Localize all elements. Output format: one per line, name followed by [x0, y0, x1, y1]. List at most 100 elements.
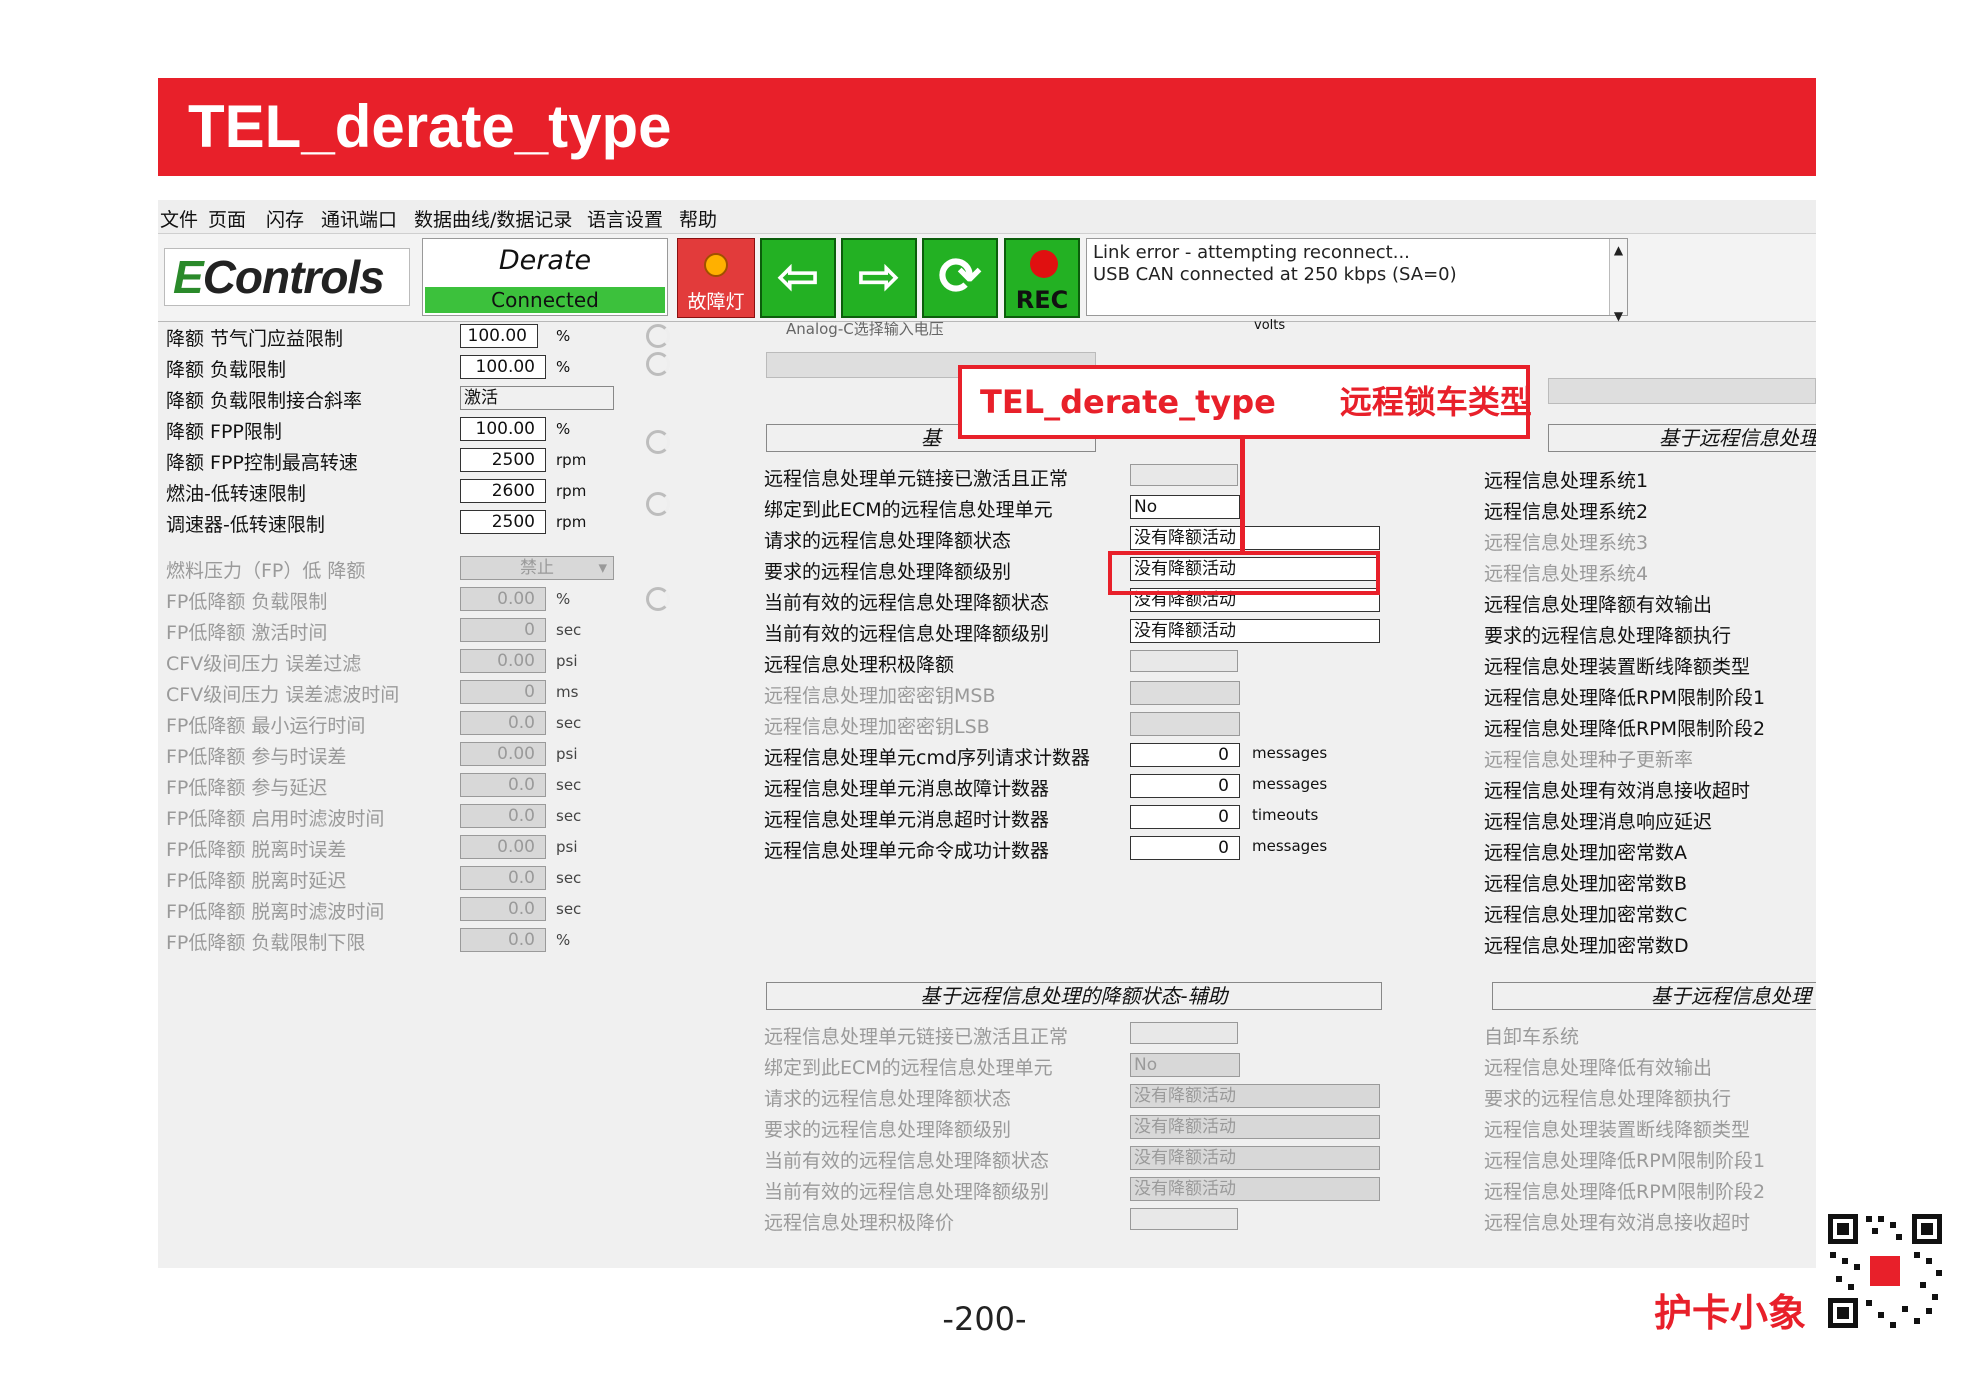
- log-scrollbar[interactable]: ▲ ▼: [1609, 239, 1627, 323]
- param-label: 远程信息处理单元cmd序列请求计数器: [764, 747, 1091, 769]
- param-label: 降额 节气门应益限制: [166, 328, 344, 350]
- param-label: 远程信息处理降低RPM限制阶段2: [1484, 1181, 1766, 1203]
- status-indicator: [1130, 650, 1238, 672]
- menu-comm-port[interactable]: 通讯端口: [321, 205, 397, 232]
- fault-lamp-button[interactable]: 故障灯: [677, 238, 755, 318]
- param-value[interactable]: 0.0: [460, 773, 546, 797]
- param-value: 没有降额活动: [1130, 526, 1380, 550]
- record-icon: [1030, 250, 1058, 278]
- param-label: 远程信息处理积极降额: [764, 654, 955, 676]
- param-label: 当前有效的远程信息处理降额状态: [764, 1150, 1050, 1172]
- param-value[interactable]: 激活: [460, 386, 614, 410]
- menu-flash[interactable]: 闪存: [266, 205, 304, 232]
- param-unit: %: [556, 420, 571, 438]
- param-value[interactable]: 100.00: [460, 417, 546, 441]
- param-value[interactable]: 2500: [460, 510, 546, 534]
- dropdown[interactable]: 禁止 ▾: [460, 556, 614, 580]
- param-label: 远程信息处理有效消息接收超时: [1484, 1212, 1751, 1234]
- menu-page[interactable]: 页面: [208, 205, 246, 232]
- section-divider: [1548, 378, 1816, 404]
- param-value[interactable]: 0.00: [460, 587, 546, 611]
- param-value[interactable]: 0.0: [460, 804, 546, 828]
- param-label: 远程信息处理有效消息接收超时: [1484, 780, 1751, 802]
- param-label: 自卸车系统: [1484, 1026, 1580, 1048]
- param-value[interactable]: 0.0: [460, 928, 546, 952]
- param-unit: messages: [1252, 775, 1328, 793]
- param-label: 远程信息处理加密密钥MSB: [764, 685, 996, 707]
- forward-button[interactable]: ⇨: [841, 238, 917, 318]
- param-unit: sec: [556, 900, 582, 918]
- menu-help[interactable]: 帮助: [679, 205, 717, 232]
- param-label: 燃油-低转速限制: [166, 483, 306, 505]
- param-label: 远程信息处理系统3: [1484, 532, 1649, 554]
- param-value[interactable]: 0.00: [460, 742, 546, 766]
- param-value[interactable]: 0.0: [460, 897, 546, 921]
- param-label: FP低降额 负载限制下限: [166, 932, 366, 954]
- back-button[interactable]: ⇦: [760, 238, 836, 318]
- param-value[interactable]: 0.0: [460, 711, 546, 735]
- param-unit: sec: [556, 869, 582, 887]
- refresh-button[interactable]: ⟳: [922, 238, 998, 318]
- counter-value: 0: [1130, 743, 1240, 767]
- record-label: REC: [1015, 286, 1069, 314]
- param-value[interactable]: 2600: [460, 479, 546, 503]
- param-unit: %: [556, 931, 571, 949]
- param-value[interactable]: 100.00: [460, 324, 538, 348]
- param-unit: rpm: [556, 482, 587, 500]
- status-indicator: [1130, 1208, 1238, 1230]
- param-unit: ms: [556, 683, 579, 701]
- annotation-connector: [1240, 439, 1245, 551]
- menu-language[interactable]: 语言设置: [587, 205, 663, 232]
- param-value[interactable]: 0.0: [460, 866, 546, 890]
- connection-status: Connected: [425, 287, 665, 313]
- param-label: 当前有效的远程信息处理降额级别: [764, 1181, 1050, 1203]
- app-screenshot: 文件 页面 闪存 通讯端口 数据曲线/数据记录 语言设置 帮助 EControl…: [158, 200, 1816, 1268]
- param-value[interactable]: 2500: [460, 448, 546, 472]
- menu-data-log[interactable]: 数据曲线/数据记录: [414, 205, 572, 232]
- param-value: 没有降额活动: [1130, 1084, 1380, 1108]
- param-value[interactable]: 0: [460, 618, 546, 642]
- param-label: 远程信息处理单元命令成功计数器: [764, 840, 1050, 862]
- fault-lamp-label: 故障灯: [687, 291, 745, 313]
- section-header: 基于远程信息处理的降额状态-辅助: [766, 982, 1382, 1010]
- param-value: No: [1130, 495, 1240, 519]
- record-button[interactable]: REC: [1004, 238, 1080, 318]
- status-indicator: [1130, 1022, 1238, 1044]
- param-label: FP低降额 启用时滤波时间: [166, 808, 385, 830]
- annotation-highlight-box: [1108, 551, 1380, 595]
- param-value[interactable]: 0.00: [460, 649, 546, 673]
- param-label: 远程信息处理加密常数C: [1484, 904, 1688, 926]
- status-title: Derate: [498, 245, 592, 276]
- param-label: 要求的远程信息处理降额执行: [1484, 625, 1732, 647]
- fault-lamp-icon: [704, 253, 728, 277]
- connection-log: Link error - attempting reconnect... USB…: [1086, 238, 1628, 323]
- param-label: FP低降额 参与时误差: [166, 746, 347, 768]
- econtrols-logo: EControls: [164, 248, 410, 306]
- param-unit: messages: [1252, 744, 1328, 762]
- param-value[interactable]: 0: [460, 680, 546, 704]
- param-label: 远程信息处理单元链接已激活且正常: [764, 1026, 1069, 1048]
- param-label: 降额 负载限制接合斜率: [166, 390, 363, 412]
- param-label: 远程信息处理降额有效输出: [1484, 594, 1713, 616]
- menu-file[interactable]: 文件: [160, 205, 198, 232]
- param-unit: sec: [556, 714, 582, 732]
- param-label: 远程信息处理单元消息超时计数器: [764, 809, 1050, 831]
- title-banner: TEL_derate_type: [158, 78, 1816, 176]
- param-label: 远程信息处理加密密钥LSB: [764, 716, 990, 738]
- spinner-icon: [646, 492, 670, 516]
- document-page: TEL_derate_type 文件 页面 闪存 通讯端口 数据曲线/数据记录 …: [0, 0, 1969, 1383]
- param-label: FP低降额 负载限制: [166, 591, 328, 613]
- arrow-right-icon: ⇨: [857, 247, 901, 307]
- spinner-icon: [646, 430, 670, 454]
- param-label: 远程信息处理降低RPM限制阶段1: [1484, 1150, 1766, 1172]
- param-label: 燃料压力（FP）低 降额: [166, 560, 366, 582]
- param-value[interactable]: 0.00: [460, 835, 546, 859]
- status-box: Derate Connected: [422, 238, 668, 316]
- param-label: 远程信息处理降低RPM限制阶段1: [1484, 687, 1766, 709]
- param-label: 远程信息处理种子更新率: [1484, 749, 1694, 771]
- param-label: 远程信息处理加密常数A: [1484, 842, 1687, 864]
- toolbar: EControls Derate Connected 故障灯 ⇦ ⇨ ⟳ REC…: [158, 234, 1816, 323]
- spinner-icon: [646, 352, 670, 376]
- param-unit: volts: [1254, 318, 1286, 333]
- param-value[interactable]: 100.00: [460, 355, 546, 379]
